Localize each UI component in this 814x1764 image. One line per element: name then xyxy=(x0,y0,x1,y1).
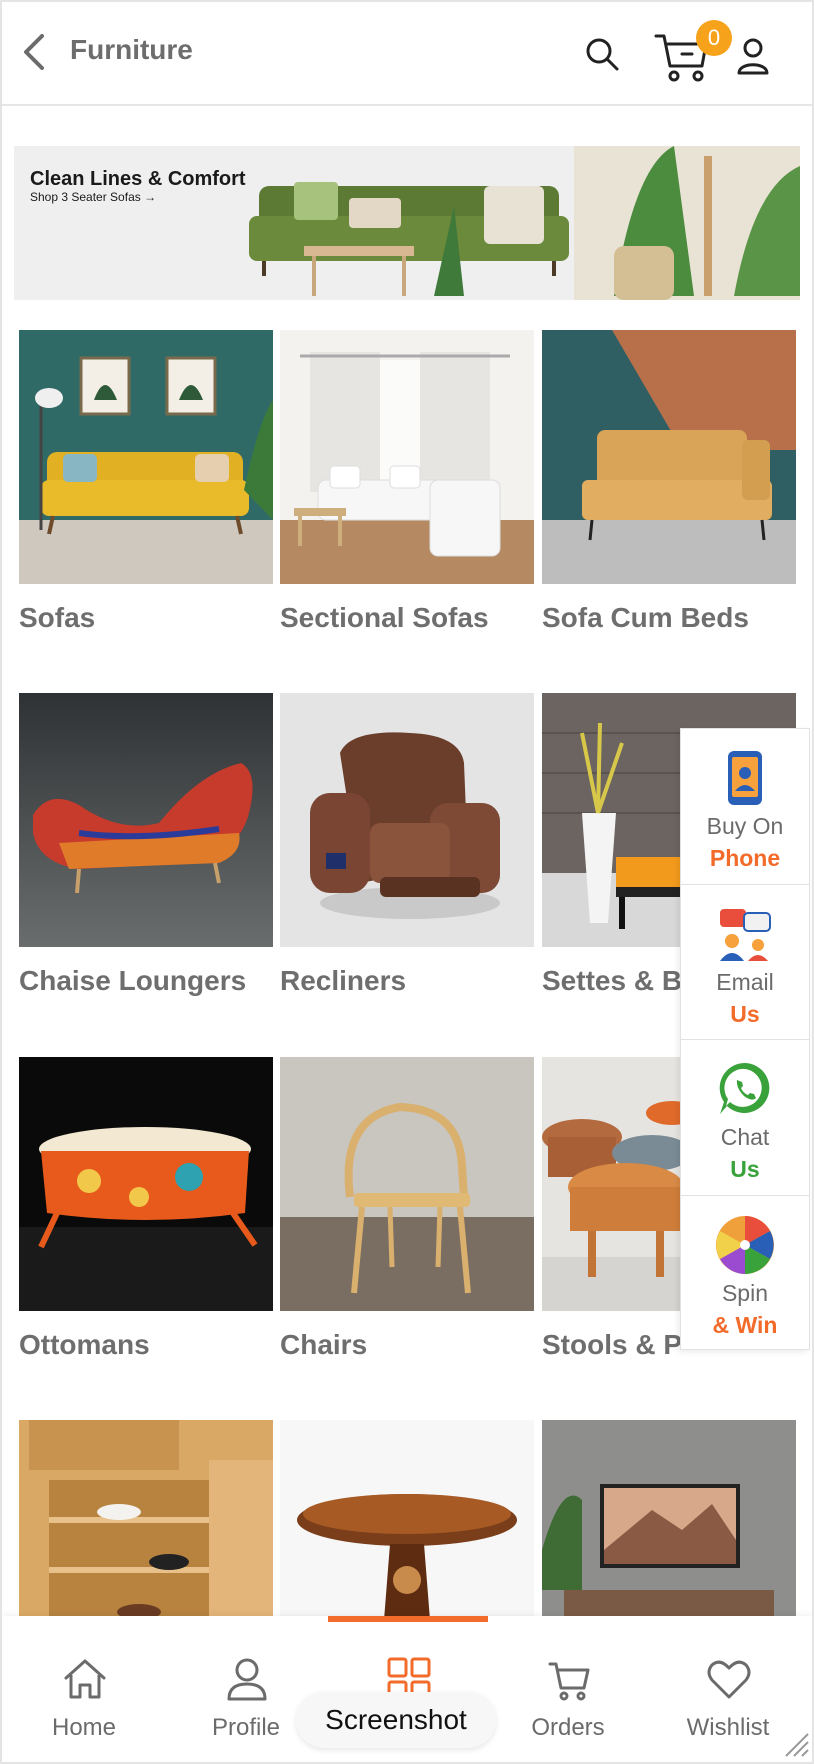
email-chat-icon xyxy=(720,908,771,961)
recliners-image xyxy=(280,693,534,947)
category-label: Chairs xyxy=(280,1329,368,1360)
category-label: Chaise Loungers xyxy=(19,965,247,996)
chaise-loungers-image xyxy=(19,693,273,947)
category-label: Ottomans xyxy=(19,1329,150,1360)
account-button[interactable] xyxy=(735,36,771,76)
category-chairs[interactable]: Chairs xyxy=(280,1057,534,1361)
chat-us-button[interactable]: Chat Us xyxy=(681,1040,809,1196)
contact-panel: Buy On Phone Email Us Chat Us Spin & Win xyxy=(680,728,810,1350)
sofa-cum-beds-image xyxy=(542,330,796,584)
ottomans-image xyxy=(19,1057,273,1311)
category-label: Sofa Cum Beds xyxy=(542,602,749,633)
email-us-button[interactable]: Email Us xyxy=(681,885,809,1040)
spin-label: Spin xyxy=(721,1279,769,1306)
nav-orders[interactable]: Orders xyxy=(488,1636,648,1746)
sectional-sofas-image xyxy=(280,330,534,584)
back-button[interactable] xyxy=(18,30,54,74)
profile-icon xyxy=(227,1658,267,1701)
category-ottomans[interactable]: Ottomans xyxy=(19,1057,273,1361)
chat-label: Chat xyxy=(720,1124,770,1150)
category-sofa-cum-beds[interactable]: Sofa Cum Beds xyxy=(542,330,796,634)
whatsapp-icon xyxy=(719,1062,770,1114)
chairs-image xyxy=(280,1057,534,1311)
category-label: Sofas xyxy=(19,602,96,633)
cart-count-badge: 0 xyxy=(696,20,732,56)
spin-wheel-icon xyxy=(716,1215,774,1274)
promo-banner[interactable]: Clean Lines & Comfort Shop 3 Seater Sofa… xyxy=(14,146,800,300)
sofas-image xyxy=(19,330,273,584)
banner-title: Clean Lines & Comfort xyxy=(30,168,246,190)
search-icon xyxy=(586,38,619,71)
category-label: Sectional Sofas xyxy=(280,602,489,633)
email-label: Email xyxy=(716,968,774,995)
orders-cart-icon xyxy=(548,1662,590,1701)
screenshot-tooltip[interactable]: Screenshot xyxy=(296,1692,496,1748)
chat-us-label: Us xyxy=(730,1156,760,1182)
back-icon xyxy=(24,34,44,70)
nav-home-label: Home xyxy=(51,1714,117,1741)
category-label: Recliners xyxy=(280,965,407,996)
home-icon xyxy=(64,1659,106,1699)
phone-label: Phone xyxy=(709,845,781,871)
email-us-label: Us xyxy=(730,1000,760,1027)
category-sectional-sofas[interactable]: Sectional Sofas xyxy=(280,330,534,634)
nav-orders-label: Orders xyxy=(531,1714,605,1741)
category-sofas[interactable]: Sofas xyxy=(19,330,273,634)
category-recliners[interactable]: Recliners xyxy=(280,693,534,997)
win-label: & Win xyxy=(712,1311,778,1338)
buy-on-phone-button[interactable]: Buy On Phone xyxy=(681,729,809,885)
heart-icon xyxy=(707,1660,751,1699)
buy-on-label: Buy On xyxy=(706,813,784,839)
banner-subtitle[interactable]: Shop 3 Seater Sofas → xyxy=(30,190,156,204)
nav-home[interactable]: Home xyxy=(4,1636,164,1746)
category-chaise-loungers[interactable]: Chaise Loungers xyxy=(19,693,273,997)
active-tab-indicator xyxy=(328,1616,488,1622)
top-header: Furniture 0 xyxy=(2,2,812,106)
resize-grip-icon[interactable] xyxy=(782,1730,810,1758)
app-screen: Furniture 0 Clean Lines & Comfort Shop 3… xyxy=(0,0,814,1764)
user-icon xyxy=(737,38,769,75)
spin-win-button[interactable]: Spin & Win xyxy=(681,1196,809,1352)
search-button[interactable] xyxy=(582,34,622,74)
page-title: Furniture xyxy=(70,34,193,65)
phone-order-icon xyxy=(728,751,762,805)
